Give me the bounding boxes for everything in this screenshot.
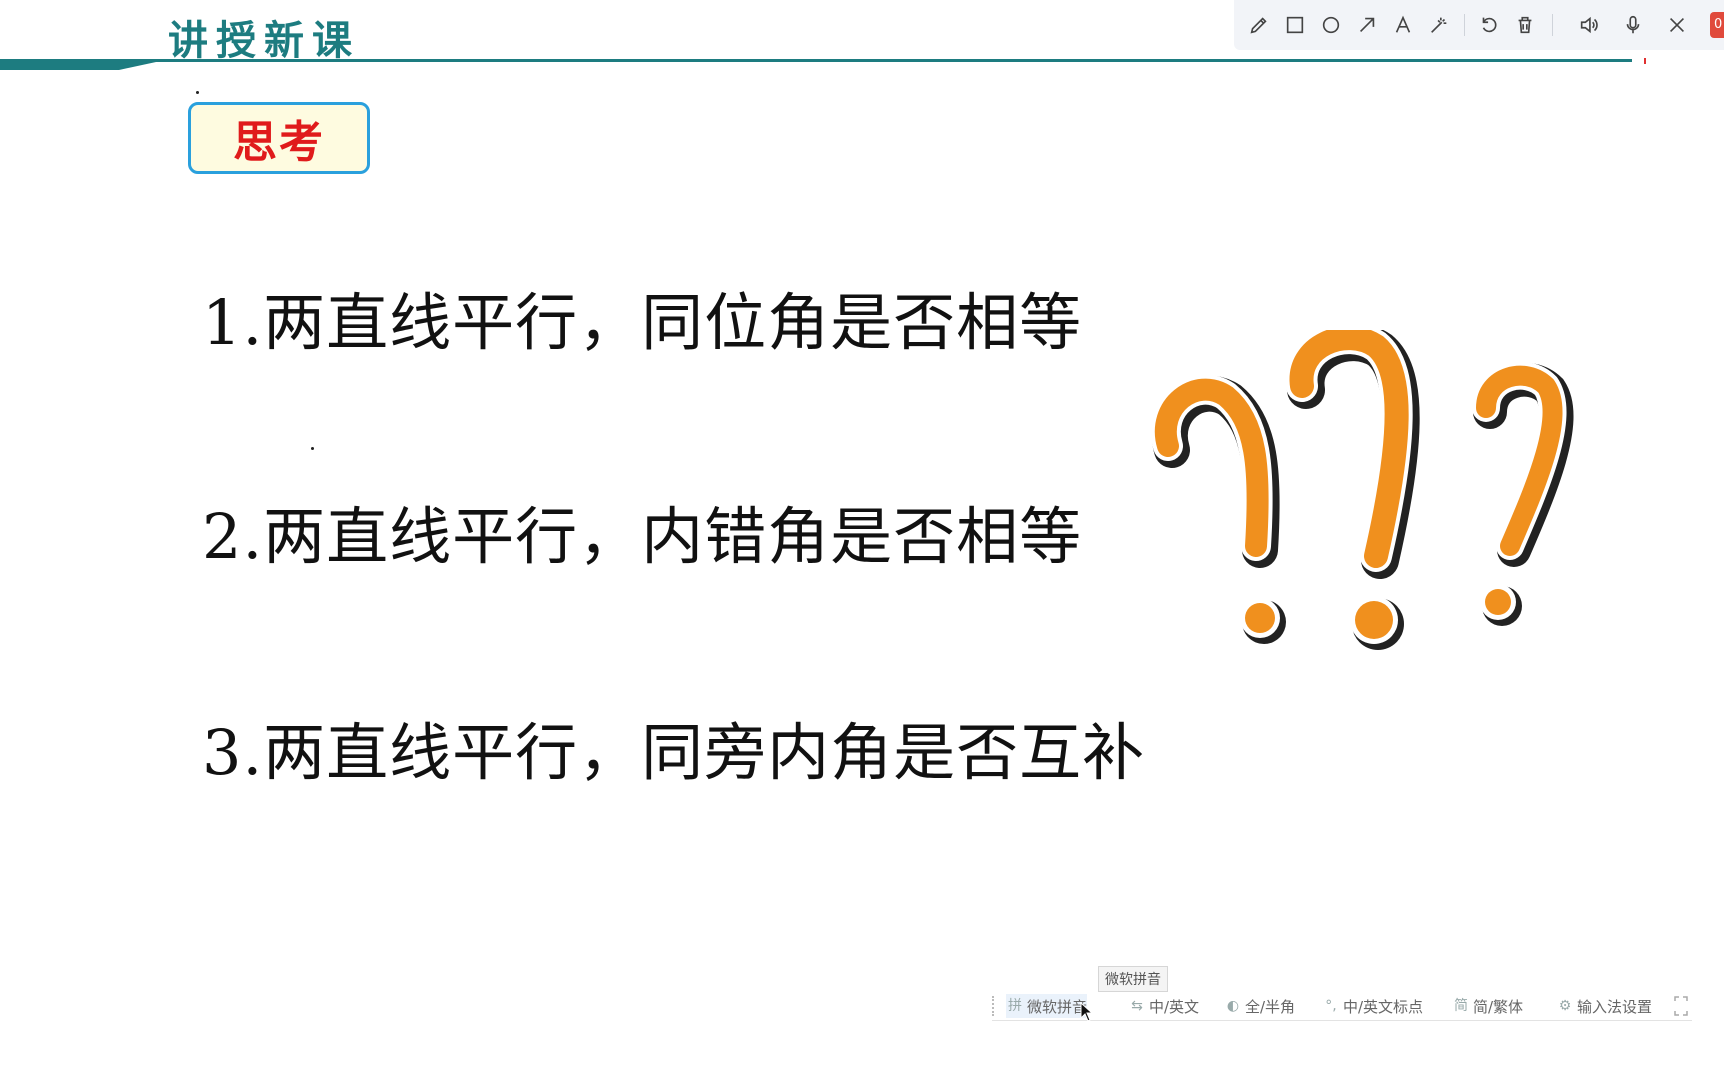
punctuation-icon: °, bbox=[1325, 998, 1337, 1014]
section-title: 讲授新课 bbox=[168, 17, 360, 64]
ime-drag-handle[interactable] bbox=[992, 996, 998, 1016]
question-2: 2.两直线平行，内错角是否相等 bbox=[202, 500, 1083, 573]
ime-language-bar: 拼 微软拼音 ⇆ 中/英文 ◐ 全/半角 °, 中/英文标点 简 简/繁体 ⚙ … bbox=[992, 990, 1692, 1021]
header-divider bbox=[0, 59, 1632, 62]
ime-item-label: 中/英文 bbox=[1149, 997, 1200, 1016]
circle-icon[interactable] bbox=[1316, 10, 1346, 40]
text-icon[interactable] bbox=[1388, 10, 1418, 40]
ime-item-pinyin[interactable]: 拼 微软拼音 bbox=[1006, 994, 1088, 1018]
ime-item-label: 输入法设置 bbox=[1577, 997, 1653, 1016]
arrow-icon[interactable] bbox=[1352, 10, 1382, 40]
stray-dot bbox=[311, 447, 314, 450]
question-mark-left bbox=[1151, 374, 1286, 644]
ime-item-label: 微软拼音 bbox=[1027, 997, 1088, 1016]
question-marks-illustration bbox=[1151, 330, 1574, 650]
think-label: 思考 bbox=[233, 117, 325, 168]
speaker-icon[interactable] bbox=[1574, 10, 1604, 40]
magic-wand-icon[interactable] bbox=[1424, 10, 1454, 40]
switch-icon: ⇆ bbox=[1131, 998, 1143, 1014]
rectangle-icon[interactable] bbox=[1280, 10, 1310, 40]
toolbar-separator bbox=[1464, 14, 1465, 36]
question-mark-right bbox=[1472, 361, 1574, 626]
pencil-icon[interactable] bbox=[1244, 10, 1274, 40]
ime-item-punctuation[interactable]: °, 中/英文标点 bbox=[1322, 994, 1423, 1018]
question-1: 1.两直线平行，同位角是否相等 bbox=[202, 286, 1083, 359]
close-icon[interactable] bbox=[1662, 10, 1692, 40]
ime-tooltip: 微软拼音 bbox=[1098, 966, 1168, 992]
ime-item-label: 全/半角 bbox=[1245, 997, 1296, 1016]
ime-item-cn-en[interactable]: ⇆ 中/英文 bbox=[1128, 994, 1199, 1018]
annotation-toolbar bbox=[1234, 0, 1724, 50]
question-mark-middle bbox=[1285, 330, 1420, 650]
mouse-cursor-icon bbox=[1080, 1002, 1094, 1022]
red-marker bbox=[1644, 58, 1646, 64]
think-badge: 思考 bbox=[188, 102, 370, 174]
ime-item-label: 简/繁体 bbox=[1473, 997, 1524, 1016]
toolbar-separator bbox=[1552, 14, 1553, 36]
expand-icon[interactable] bbox=[1674, 996, 1688, 1016]
ime-item-label: 中/英文标点 bbox=[1343, 997, 1424, 1016]
halfwidth-icon: ◐ bbox=[1226, 998, 1240, 1014]
pinyin-icon: 拼 bbox=[1008, 998, 1022, 1014]
microphone-icon[interactable] bbox=[1618, 10, 1648, 40]
ime-item-simplified-traditional[interactable]: 简 简/繁体 bbox=[1452, 994, 1523, 1018]
recording-badge[interactable]: 0 bbox=[1710, 12, 1724, 38]
ime-item-settings[interactable]: ⚙ 输入法设置 bbox=[1556, 994, 1652, 1018]
header-accent bbox=[0, 59, 170, 70]
simplified-icon: 简 bbox=[1454, 998, 1468, 1014]
settings-icon: ⚙ bbox=[1558, 998, 1572, 1014]
undo-icon[interactable] bbox=[1474, 10, 1504, 40]
question-3: 3.两直线平行，同旁内角是否互补 bbox=[202, 716, 1146, 789]
stray-dot bbox=[196, 91, 199, 94]
ime-item-full-half[interactable]: ◐ 全/半角 bbox=[1224, 994, 1295, 1018]
trash-icon[interactable] bbox=[1510, 10, 1540, 40]
